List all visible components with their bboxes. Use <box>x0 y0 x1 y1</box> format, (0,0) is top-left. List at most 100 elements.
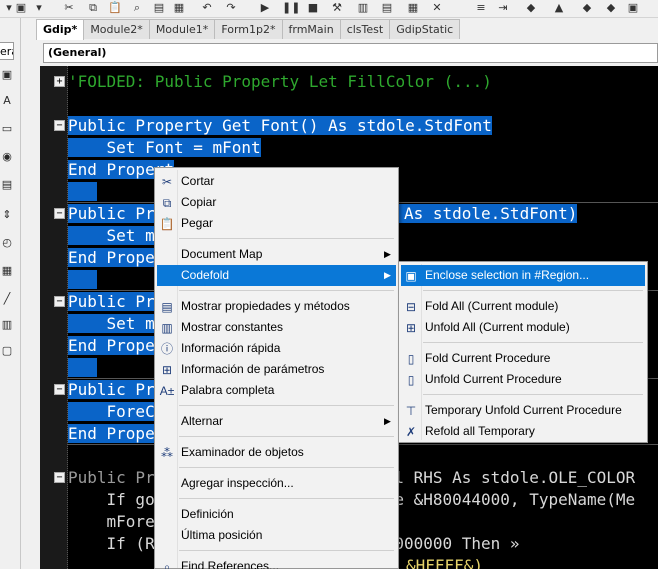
submenu-arrow-icon: ▶ <box>384 249 391 259</box>
menu-item-refold-all-temporary[interactable]: ✗ Refold all Temporary <box>401 421 645 442</box>
menu-separator <box>423 342 643 343</box>
menu-item-label: Información de parámetros <box>181 362 325 376</box>
selection-margin <box>20 18 40 569</box>
menu-item-última-posición[interactable]: Última posición <box>157 525 396 546</box>
label-tool-icon[interactable]: A <box>0 94 14 108</box>
menu-item-copiar[interactable]: ⧉ Copiar <box>157 192 396 213</box>
refold-icon: ✗ <box>405 425 417 439</box>
redo-toolbar-icon[interactable]: ↷ <box>224 1 238 15</box>
find-references-icon: ⌕ <box>163 560 171 569</box>
bookmark-next-icon[interactable]: ◆ <box>580 1 594 15</box>
menu-item-pegar[interactable]: 📋 Pegar <box>157 213 396 234</box>
list-members-icon: ▤ <box>161 300 173 314</box>
toolbar: ▾ ▣ ▾ ✂ ⧉ 📋 ⌕ ▤ ▦ ↶ ↷ ▶ ❚❚ ■ ⚒ ▥ ▤ ▦ ✕ ≡… <box>0 0 658 18</box>
ole-tool-icon[interactable]: ▢ <box>0 344 14 358</box>
clear-bookmarks-icon[interactable]: ▣ <box>626 1 640 15</box>
tab-module2[interactable]: Module2* <box>83 19 150 39</box>
collapse-icon[interactable]: − <box>54 296 65 307</box>
collapse-icon[interactable]: − <box>54 120 65 131</box>
tab-form1p2[interactable]: Form1p2* <box>214 19 283 39</box>
menu-item-label: Examinador de objetos <box>181 445 304 459</box>
copy-toolbar-icon[interactable]: ⧉ <box>86 1 100 15</box>
list-constants-icon: ▥ <box>161 321 173 335</box>
menu-item-label: Refold all Temporary <box>425 424 535 438</box>
tools-toolbar-icon[interactable]: ✕ <box>430 1 444 15</box>
fold-margin <box>40 66 68 569</box>
menu-item-fold-current-procedure[interactable]: ▯ Fold Current Procedure <box>401 348 645 369</box>
scroll-tool-icon[interactable]: ⇕ <box>0 208 14 222</box>
menu-item-find-references[interactable]: ⌕ Find References... <box>157 556 396 569</box>
menu-item-label: Mostrar constantes <box>181 320 284 334</box>
menu-item-unfold-current-procedure[interactable]: ▯ Unfold Current Procedure <box>401 369 645 390</box>
collapse-icon[interactable]: − <box>54 208 65 219</box>
code-line: Set Font = mFont <box>68 138 261 157</box>
fold-all-icon: ⊟ <box>405 300 417 314</box>
fold-procedure-icon: ▯ <box>407 352 415 366</box>
design-toolbar-icon[interactable]: ⚒ <box>330 1 344 15</box>
tab-module1[interactable]: Module1* <box>148 19 216 39</box>
add-form-icon[interactable]: ▣ <box>14 1 28 15</box>
menu-item-palabra-completa[interactable]: A± Palabra completa <box>157 380 396 401</box>
save-toolbar-icon[interactable]: ▦ <box>172 1 186 15</box>
menu-item-label: Copiar <box>181 195 217 209</box>
code-line: 'FOLDED: Public Property Let FillColor (… <box>68 72 492 91</box>
find-toolbar-icon[interactable]: ⌕ <box>130 1 144 15</box>
tab-clstest[interactable]: clsTest <box>339 19 391 39</box>
dropdown-arrow-icon[interactable]: ▾ <box>32 1 46 15</box>
undo-toolbar-icon[interactable]: ↶ <box>200 1 214 15</box>
menu-item-document-map[interactable]: Document Map ▶ <box>157 244 396 265</box>
tab-gdip[interactable]: Gdip* <box>36 19 85 40</box>
parameter-info-icon: ⊞ <box>161 363 173 377</box>
tab-frmmain[interactable]: frmMain <box>281 19 341 39</box>
menu-item-fold-all-current-module[interactable]: ⊟ Fold All (Current module) <box>401 296 645 317</box>
radio-tool-icon[interactable]: ◉ <box>0 150 14 164</box>
menu-item-mostrar-constantes[interactable]: ▥ Mostrar constantes <box>157 317 396 338</box>
indent-toolbar-icon[interactable]: ⇥ <box>496 1 510 15</box>
doc-toolbar-icon[interactable]: ▤ <box>152 1 166 15</box>
menu-item-información-rápida[interactable]: ⓘ Información rápida <box>157 338 396 359</box>
menu-item-cortar[interactable]: ✂ Cortar <box>157 171 396 192</box>
paste-toolbar-icon[interactable]: 📋 <box>108 1 122 15</box>
list-tool-icon[interactable]: ▤ <box>0 178 14 192</box>
stop-toolbar-icon[interactable]: ■ <box>306 1 320 15</box>
frame-tool-icon[interactable]: ▭ <box>0 122 14 136</box>
menu-item-unfold-all-current-module[interactable]: ⊞ Unfold All (Current module) <box>401 317 645 338</box>
menu-item-label: Pegar <box>181 216 214 230</box>
object-combo[interactable]: (General) <box>43 43 658 63</box>
project-toolbar-icon[interactable]: ▥ <box>356 1 370 15</box>
menu-item-label: Mostrar propiedades y métodos <box>181 299 350 313</box>
line-tool-icon[interactable]: ╱ <box>0 292 14 306</box>
menu-item-agregar-inspección[interactable]: Agregar inspección... <box>157 473 396 494</box>
collapse-icon[interactable]: − <box>54 384 65 395</box>
menu-item-label: Palabra completa <box>181 383 275 397</box>
menu-item-codefold[interactable]: Codefold ▶ <box>157 265 396 286</box>
file-tool-icon[interactable]: ▦ <box>0 264 14 278</box>
menu-item-temporary-unfold-current-procedure[interactable]: ⊤ Temporary Unfold Current Procedure <box>401 400 645 421</box>
menu-item-definición[interactable]: Definición <box>157 504 396 525</box>
bookmark-toolbar-icon[interactable]: ▲ <box>552 1 566 15</box>
collapse-icon[interactable]: − <box>54 472 65 483</box>
object-browser-icon: ⁂ <box>161 446 173 460</box>
bookmark-prev-icon[interactable]: ◆ <box>604 1 618 15</box>
pause-toolbar-icon[interactable]: ❚❚ <box>282 1 300 15</box>
menu-item-label: Unfold Current Procedure <box>425 372 562 386</box>
menu-item-label: Find References... <box>181 559 280 569</box>
menu-item-mostrar-propiedades-y-métodos[interactable]: ▤ Mostrar propiedades y métodos <box>157 296 396 317</box>
expand-icon[interactable]: + <box>54 76 65 87</box>
tab-gdipstatic[interactable]: GdipStatic <box>389 19 461 39</box>
cut-toolbar-icon[interactable]: ✂ <box>62 1 76 15</box>
align-toolbar-icon[interactable]: ≡ <box>474 1 488 15</box>
timer-tool-icon[interactable]: ◴ <box>0 236 14 250</box>
run-toolbar-icon[interactable]: ▶ <box>258 1 272 15</box>
menu-item-alternar[interactable]: Alternar ▶ <box>157 411 396 432</box>
browser-toolbar-icon[interactable]: ▦ <box>406 1 420 15</box>
menu-item-enclose-selection-in-region[interactable]: ▣ Enclose selection in #Region... <box>401 265 645 286</box>
picture-tool-icon[interactable]: ▣ <box>0 68 14 82</box>
menu-item-examinador-de-objetos[interactable]: ⁂ Examinador de objetos <box>157 442 396 463</box>
menu-item-información-de-parámetros[interactable]: ⊞ Información de parámetros <box>157 359 396 380</box>
data-tool-icon[interactable]: ▥ <box>0 318 14 332</box>
menu-item-label: Fold All (Current module) <box>425 299 559 313</box>
comment-toolbar-icon[interactable]: ◆ <box>524 1 538 15</box>
menu-item-label: Fold Current Procedure <box>425 351 551 365</box>
properties-toolbar-icon[interactable]: ▤ <box>380 1 394 15</box>
